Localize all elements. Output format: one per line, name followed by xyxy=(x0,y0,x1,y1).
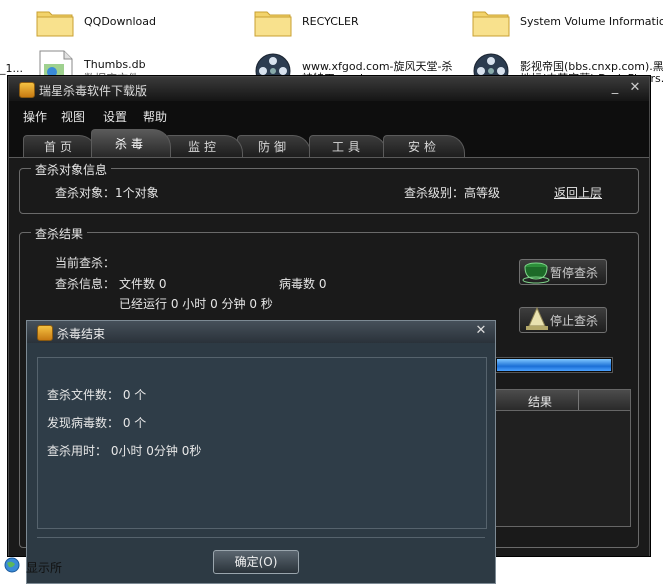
close-icon[interactable]: ✕ xyxy=(627,80,643,96)
scan-progress-bar xyxy=(495,357,613,373)
target-label: 查杀对象：1个对象 xyxy=(55,186,159,200)
back-link[interactable]: 返回上层 xyxy=(554,184,602,201)
menu-settings[interactable]: 设置 xyxy=(103,108,127,125)
rising-lion-logo-icon xyxy=(37,325,53,341)
pause-scan-label: 暂停查杀 xyxy=(550,266,599,280)
desktop-item-label: System Volume Information xyxy=(520,15,663,28)
teacup-icon xyxy=(522,262,550,284)
desktop-item-recycler[interactable]: RECYCLER xyxy=(254,2,454,46)
results-table-header: 结果 xyxy=(496,390,630,411)
globe-icon xyxy=(4,557,20,573)
close-icon[interactable]: ✕ xyxy=(473,323,489,339)
elapsed-time: 已经运行 0 小时 0 分钟 0 秒 xyxy=(119,297,273,311)
stop-scan-button[interactable]: 停止查杀 xyxy=(519,306,607,333)
results-table: 结果 xyxy=(495,389,631,527)
desktop-item-qqdownload[interactable]: QQDownload xyxy=(36,2,236,46)
rising-lion-logo-icon xyxy=(19,82,35,98)
dialog-content: 查杀文件数： 0 个 发现病毒数： 0 个 查杀用时： 0小时 0分钟 0秒 xyxy=(37,357,487,529)
tab-tools[interactable]: 工具 xyxy=(309,135,387,158)
dialog-title: 杀毒结束 xyxy=(57,327,106,341)
scan-finished-dialog: 杀毒结束 ✕ 查杀文件数： 0 个 发现病毒数： 0 个 查杀用时： 0小时 0… xyxy=(26,320,496,584)
dialog-titlebar[interactable]: 杀毒结束 ✕ xyxy=(27,321,495,343)
dialog-divider xyxy=(37,537,485,538)
window-titlebar[interactable]: 瑞星杀毒软件下载版 _ ✕ xyxy=(9,77,649,101)
folder-icon xyxy=(36,11,74,37)
time-used-text: 查杀用时： 0小时 0分钟 0秒 xyxy=(47,444,202,458)
status-label: 显示所 xyxy=(26,561,63,575)
viruses-found-text: 发现病毒数： 0 个 xyxy=(47,416,147,430)
desktop-item-label: QQDownload xyxy=(84,15,156,28)
files-checked-text: 查杀文件数： 0 个 xyxy=(47,388,147,402)
window-title: 瑞星杀毒软件下载版 xyxy=(39,84,148,98)
tab-security-check[interactable]: 安检 xyxy=(383,135,465,158)
current-scan-label: 当前查杀： xyxy=(55,256,116,270)
tab-bar: 首页 防御 监控 工具 安检 杀毒 xyxy=(9,129,649,158)
scan-info-label: 查杀信息： xyxy=(55,277,116,291)
tab-defense[interactable]: 防御 xyxy=(237,135,311,158)
results-column-header[interactable]: 结果 xyxy=(528,393,552,410)
desktop-item-label: RECYCLER xyxy=(302,15,359,28)
minimize-icon[interactable]: _ xyxy=(607,80,623,96)
stop-scan-label: 停止查杀 xyxy=(550,314,599,328)
file-count: 文件数 0 xyxy=(119,277,167,291)
scan-progress-fill xyxy=(497,359,611,371)
truncated-item-label: _1... xyxy=(0,62,23,75)
column-divider xyxy=(578,390,579,410)
menu-view[interactable]: 视图 xyxy=(61,108,85,125)
tab-antivirus[interactable]: 杀毒 xyxy=(91,129,171,158)
desktop-item-system-volume[interactable]: System Volume Information xyxy=(472,2,663,46)
menu-help[interactable]: 帮助 xyxy=(143,108,167,125)
scan-result-legend: 查杀结果 xyxy=(31,225,88,242)
tab-home[interactable]: 首页 xyxy=(23,135,97,158)
traffic-cone-icon xyxy=(526,306,548,330)
folder-icon xyxy=(472,11,510,37)
ok-button[interactable]: 确定(O) xyxy=(213,550,299,574)
virus-count: 病毒数 0 xyxy=(279,277,327,291)
folder-icon xyxy=(254,11,292,37)
menu-operate[interactable]: 操作 xyxy=(23,108,47,125)
tab-monitor[interactable]: 监控 xyxy=(165,135,243,158)
scan-level-label: 查杀级别：高等级 xyxy=(404,186,501,200)
pause-scan-button[interactable]: 暂停查杀 xyxy=(519,259,607,285)
menu-bar: 操作 视图 设置 帮助 xyxy=(9,105,649,125)
target-info-legend: 查杀对象信息 xyxy=(31,161,112,178)
